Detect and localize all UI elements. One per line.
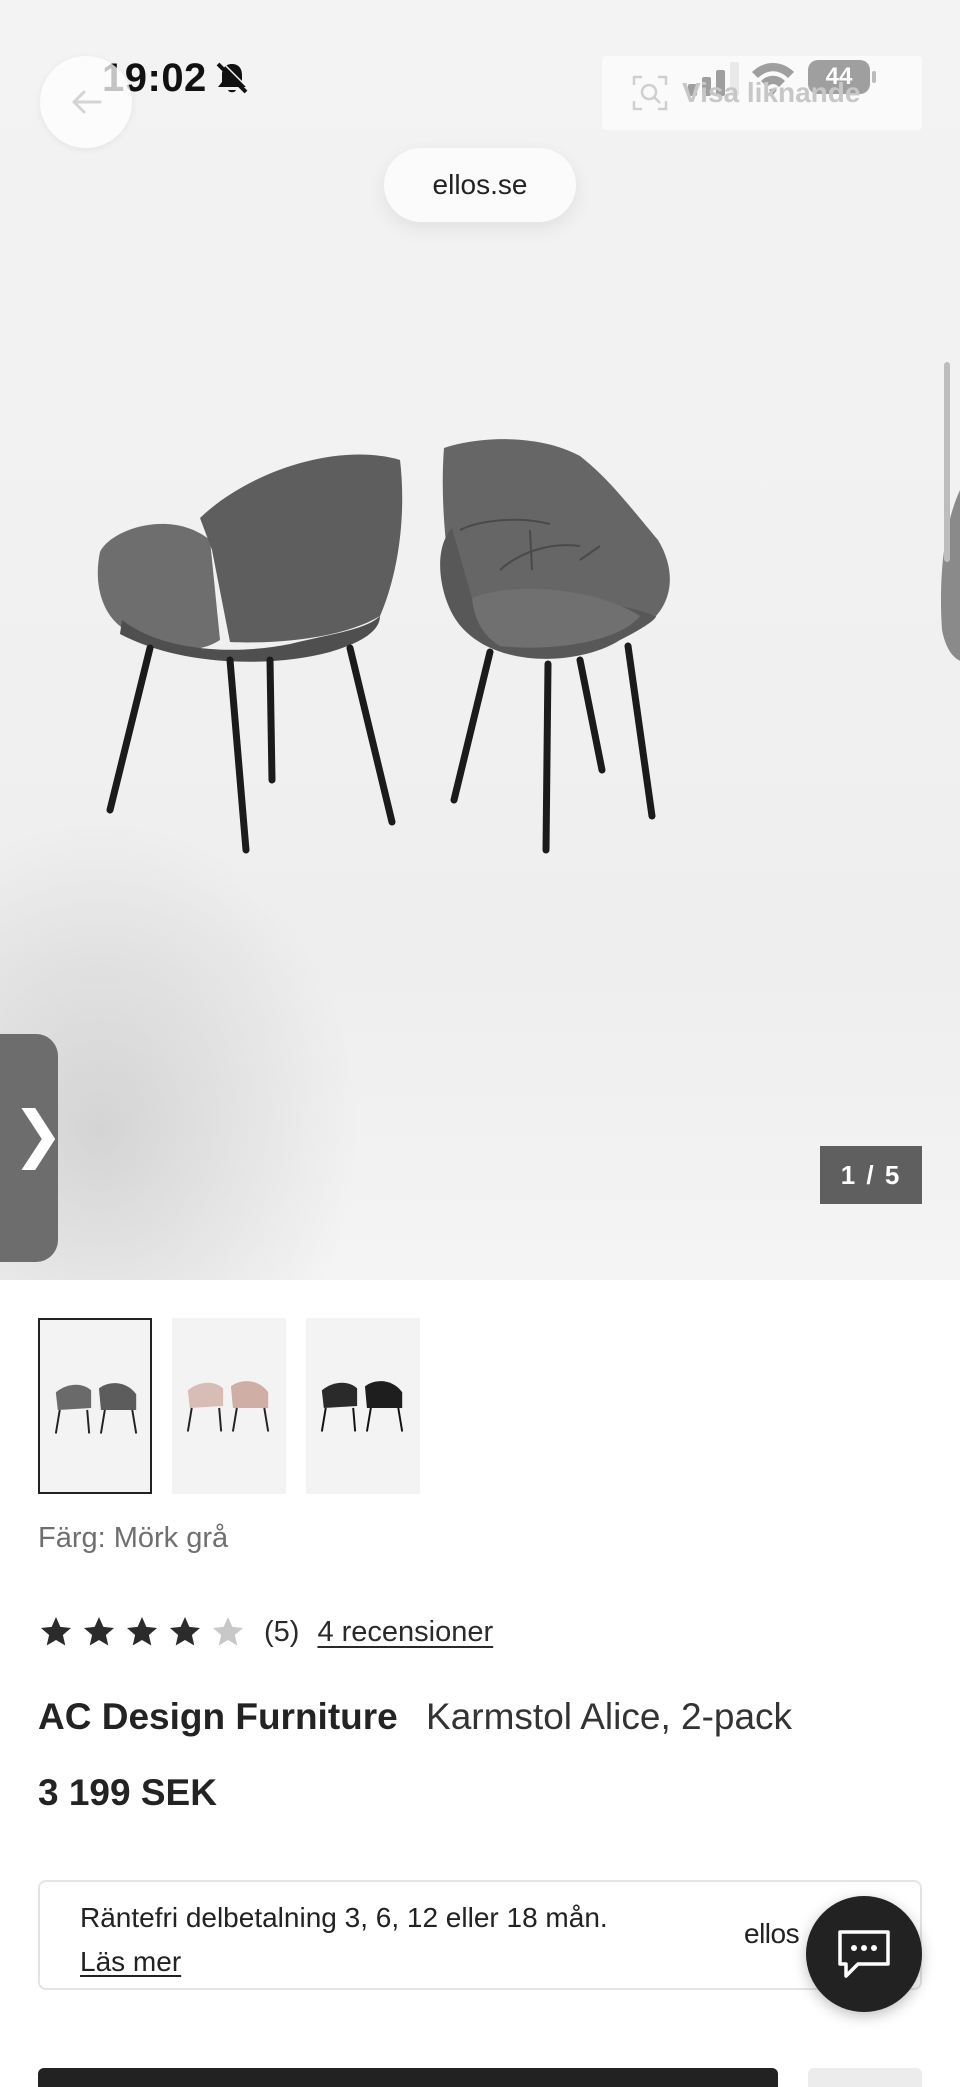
star-filled-icon: [127, 1617, 157, 1646]
rating-count: (5): [264, 1615, 300, 1648]
product-brand[interactable]: AC Design Furniture: [38, 1696, 398, 1737]
star-filled-icon: [84, 1617, 114, 1646]
financing-text-block: Räntefri delbetalning 3, 6, 12 eller 18 …: [80, 1896, 608, 1984]
product-name: Karmstol Alice, 2-pack: [426, 1696, 793, 1737]
variant-thumbnails: [38, 1318, 420, 1494]
add-to-cart-button[interactable]: [38, 2068, 778, 2087]
star-filled-icon: [170, 1617, 200, 1646]
read-more-link[interactable]: Läs mer: [80, 1940, 608, 1984]
url-pill[interactable]: ellos.se: [384, 148, 576, 222]
show-similar-button[interactable]: Visa liknande: [602, 56, 922, 130]
back-button[interactable]: [40, 56, 132, 148]
product-image[interactable]: [80, 420, 780, 880]
star-empty-icon: [213, 1617, 243, 1646]
back-arrow-icon: [72, 90, 102, 114]
thumbnail-dark-grey[interactable]: [38, 1318, 152, 1494]
chair-thumbnail-image: [320, 1381, 404, 1432]
gallery-scroll-indicator: [944, 362, 950, 562]
reviews-link[interactable]: 4 recensioner: [317, 1616, 493, 1649]
product-title: AC Design Furniture Karmstol Alice, 2-pa…: [38, 1696, 792, 1738]
product-price: 3 199 SEK: [38, 1772, 217, 1813]
show-similar-label: Visa liknande: [682, 77, 861, 108]
product-page: ❯ 1 / 5 19:02 44: [0, 0, 960, 2087]
thumbnail-black[interactable]: [306, 1318, 420, 1494]
visual-search-icon: [632, 75, 668, 111]
side-drawer-tab[interactable]: ❯: [0, 1034, 64, 1262]
product-rating: (5) 4 recensioner: [38, 1614, 493, 1650]
chevron-right-icon: ❯: [12, 1100, 64, 1169]
chair-thumbnail-image: [54, 1383, 138, 1434]
selected-color-label: Färg: Mörk grå: [38, 1522, 229, 1554]
thumbnail-pink[interactable]: [172, 1318, 286, 1494]
ellos-logo: ellos: [744, 1918, 800, 1949]
financing-text: Räntefri delbetalning 3, 6, 12 eller 18 …: [80, 1902, 608, 1933]
star-filled-icon: [41, 1617, 71, 1646]
chat-icon: [838, 1930, 890, 1978]
rating-stars: [38, 1614, 246, 1650]
chat-button[interactable]: [806, 1896, 922, 2012]
favorite-button[interactable]: [808, 2068, 922, 2087]
financing-box: Räntefri delbetalning 3, 6, 12 eller 18 …: [38, 1880, 922, 1990]
chair-thumbnail-image: [186, 1381, 270, 1432]
image-counter: 1 / 5: [820, 1146, 922, 1204]
